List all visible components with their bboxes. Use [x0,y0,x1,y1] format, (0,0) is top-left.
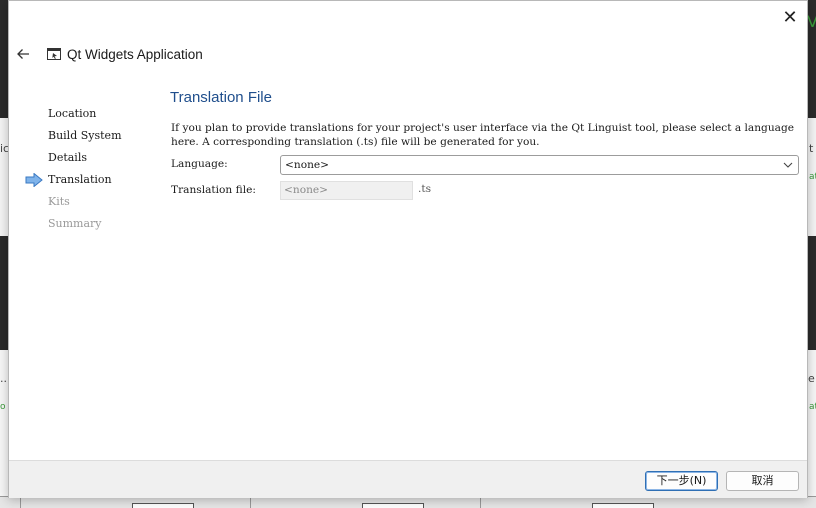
arrow-left-icon [17,49,29,59]
background-divider [250,497,251,508]
background-box [592,503,654,508]
next-button[interactable]: 下一步(N) [645,471,718,491]
language-dropdown-value: <none> [285,159,330,171]
step-kits: Kits [48,195,70,208]
background-text-fragment: t [809,142,814,155]
page-description: If you plan to provide translations for … [171,122,795,148]
background-box [362,503,424,508]
step-location: Location [48,107,97,120]
background-divider [20,497,21,508]
language-dropdown[interactable]: <none> [280,155,799,175]
current-step-arrow-icon [25,173,43,187]
background-text-fragment: at [809,402,816,412]
translation-file-field: <none> [280,181,413,200]
chevron-down-icon [783,162,793,168]
new-project-wizard-dialog: ✕ Qt Widgets Application Location Build … [8,0,808,498]
page-title: Translation File [170,89,272,106]
background-box [132,503,194,508]
close-icon: ✕ [782,6,798,28]
translation-file-extension: .ts [418,183,432,195]
back-button[interactable] [14,45,32,63]
cancel-button[interactable]: 取消 [726,471,799,491]
application-window-icon [47,48,61,60]
step-build-system: Build System [48,129,122,142]
background-text-fragment: o [0,402,6,412]
background-text-fragment: Vi [807,12,816,31]
background-text-fragment: at [809,172,816,182]
wizard-footer: 下一步(N) 取消 [9,460,807,498]
step-summary: Summary [48,217,102,230]
wizard-title: Qt Widgets Application [67,47,203,62]
background-text-fragment: e [808,372,815,385]
background-divider [480,497,481,508]
step-translation: Translation [48,173,112,186]
close-button[interactable]: ✕ [779,6,801,28]
step-details: Details [48,151,87,164]
translation-file-label: Translation file: [171,184,256,196]
language-label: Language: [171,158,228,170]
